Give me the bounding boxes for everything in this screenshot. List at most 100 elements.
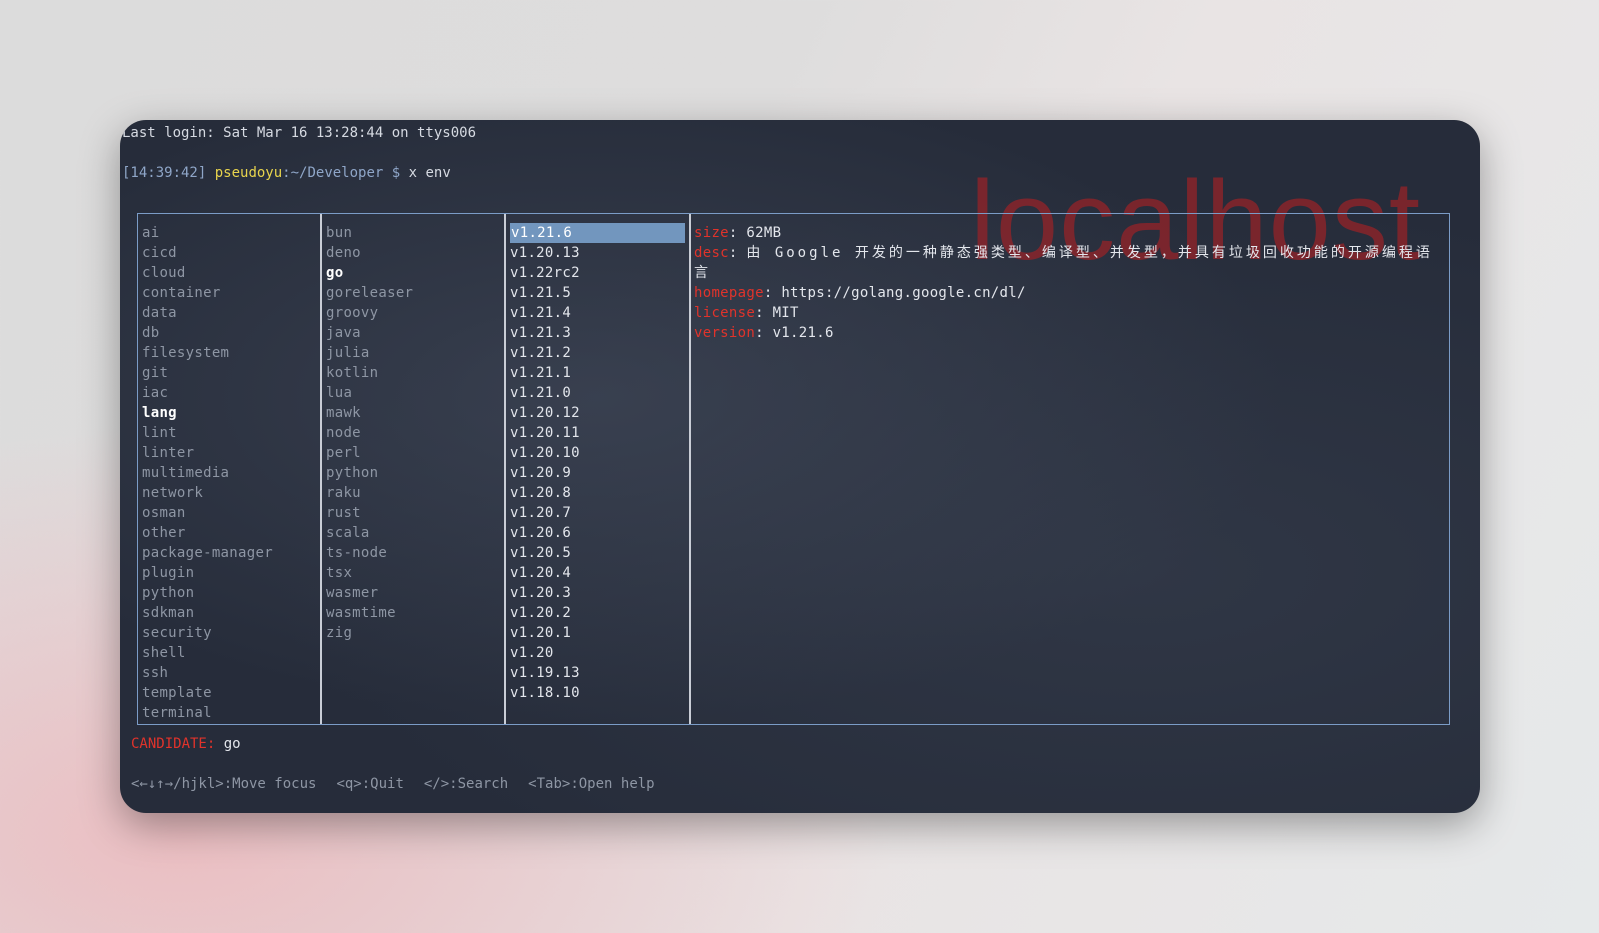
detail-homepage-value: https://golang.google.cn/dl/	[781, 285, 1026, 301]
category-item[interactable]: osman	[142, 503, 320, 523]
version-item[interactable]: v1.21.5	[510, 283, 689, 303]
category-column[interactable]: ai cicd cloud container data db filesystem git i…	[138, 214, 322, 724]
package-item[interactable]: java	[326, 323, 504, 343]
package-item[interactable]: deno	[326, 243, 504, 263]
category-item[interactable]: python	[142, 583, 320, 603]
category-item[interactable]: shell	[142, 643, 320, 663]
package-item[interactable]: go	[326, 263, 504, 283]
package-item[interactable]: python	[326, 463, 504, 483]
category-item[interactable]: multimedia	[142, 463, 320, 483]
version-item[interactable]: v1.20.12	[510, 403, 689, 423]
version-item[interactable]: v1.22rc2	[510, 263, 689, 283]
version-item[interactable]: v1.18.10	[510, 683, 689, 703]
category-item[interactable]: plugin	[142, 563, 320, 583]
package-item[interactable]: node	[326, 423, 504, 443]
package-item[interactable]: mawk	[326, 403, 504, 423]
prompt-separator: :	[282, 165, 291, 181]
detail-homepage-key: homepage	[694, 285, 764, 301]
package-item[interactable]: ts-node	[326, 543, 504, 563]
package-item[interactable]: groovy	[326, 303, 504, 323]
detail-version-key: version	[694, 325, 756, 341]
package-item[interactable]: scala	[326, 523, 504, 543]
package-item[interactable]: julia	[326, 343, 504, 363]
package-column[interactable]: bun deno go goreleaser groovy java julia kotlin…	[322, 214, 506, 724]
candidate-line: CANDIDATE: go	[131, 734, 241, 754]
detail-license-value: MIT	[772, 305, 799, 321]
shell-prompt: [14:39:42] pseudoyu:~/Developer $ x env	[122, 163, 451, 183]
version-item[interactable]: v1.20.5	[510, 543, 689, 563]
package-item[interactable]: raku	[326, 483, 504, 503]
package-item[interactable]: rust	[326, 503, 504, 523]
detail-panel: size: 62MB desc: 由 Google 开发的一种静态强类型、编译型…	[691, 214, 1449, 724]
version-item[interactable]: v1.20.6	[510, 523, 689, 543]
version-item[interactable]: v1.20	[510, 643, 689, 663]
package-item[interactable]: bun	[326, 223, 504, 243]
category-item[interactable]: data	[142, 303, 320, 323]
category-item[interactable]: package-manager	[142, 543, 320, 563]
terminal-window[interactable]: Last login: Sat Mar 16 13:28:44 on ttys0…	[120, 120, 1480, 813]
category-item[interactable]: ssh	[142, 663, 320, 683]
category-item[interactable]: security	[142, 623, 320, 643]
version-item[interactable]: v1.20.1	[510, 623, 689, 643]
version-item[interactable]: v1.21.6	[510, 223, 685, 243]
version-item[interactable]: v1.20.4	[510, 563, 689, 583]
package-item[interactable]: wasmer	[326, 583, 504, 603]
version-item[interactable]: v1.20.3	[510, 583, 689, 603]
version-item[interactable]: v1.20.9	[510, 463, 689, 483]
package-item[interactable]: kotlin	[326, 363, 504, 383]
version-list[interactable]: v1.21.6 v1.20.13 v1.22rc2 v1.21.5 v1.21.4 v1.…	[506, 214, 689, 703]
package-list[interactable]: bun deno go goreleaser groovy java julia kotlin…	[322, 214, 504, 643]
version-item[interactable]: v1.19.13	[510, 663, 689, 683]
detail-version: version: v1.21.6	[694, 325, 834, 341]
category-item[interactable]: terminal	[142, 703, 320, 723]
prompt-command: x env	[408, 165, 451, 181]
category-item[interactable]: lint	[142, 423, 320, 443]
detail-homepage: homepage: https://golang.google.cn/dl/	[694, 285, 1026, 301]
detail-size-key: size	[694, 225, 729, 241]
category-item[interactable]: ai	[142, 223, 320, 243]
package-item[interactable]: perl	[326, 443, 504, 463]
keybinding-help-bar: <←↓↑→/hjkl>:Move focus <q>:Quit </>:Search…	[131, 774, 675, 794]
version-item[interactable]: v1.20.2	[510, 603, 689, 623]
category-item[interactable]: sdkman	[142, 603, 320, 623]
version-item[interactable]: v1.20.7	[510, 503, 689, 523]
detail-desc-key: desc	[694, 245, 729, 261]
version-item[interactable]: v1.21.0	[510, 383, 689, 403]
package-item[interactable]: lua	[326, 383, 504, 403]
version-item[interactable]: v1.20.8	[510, 483, 689, 503]
version-item[interactable]: v1.21.2	[510, 343, 689, 363]
package-item[interactable]: wasmtime	[326, 603, 504, 623]
version-column[interactable]: v1.21.6 v1.20.13 v1.22rc2 v1.21.5 v1.21.4 v1.…	[506, 214, 691, 724]
version-item[interactable]: v1.20.11	[510, 423, 689, 443]
version-item[interactable]: v1.21.4	[510, 303, 689, 323]
category-item[interactable]: iac	[142, 383, 320, 403]
category-item[interactable]: lang	[142, 403, 320, 423]
category-item[interactable]: filesystem	[142, 343, 320, 363]
version-item[interactable]: v1.20.13	[510, 243, 689, 263]
version-item[interactable]: v1.20.10	[510, 443, 689, 463]
category-item[interactable]: db	[142, 323, 320, 343]
category-list[interactable]: ai cicd cloud container data db filesystem git i…	[138, 214, 320, 723]
detail-desc-value: 由 Google 开发的一种静态强类型、编译型、并发型，并具有垃圾回收功能的开源…	[694, 245, 1433, 281]
tui-frame: ai cicd cloud container data db filesystem git i…	[137, 213, 1450, 725]
category-item[interactable]: container	[142, 283, 320, 303]
package-item[interactable]: zig	[326, 623, 504, 643]
package-item[interactable]: tsx	[326, 563, 504, 583]
prompt-time: [14:39:42]	[122, 165, 207, 181]
category-item[interactable]: cloud	[142, 263, 320, 283]
help-keybinding: <q>:Quit	[336, 776, 404, 792]
category-item[interactable]: network	[142, 483, 320, 503]
version-item[interactable]: v1.21.1	[510, 363, 689, 383]
category-item[interactable]: other	[142, 523, 320, 543]
package-item[interactable]: goreleaser	[326, 283, 504, 303]
category-item[interactable]: git	[142, 363, 320, 383]
prompt-path: ~/Developer $	[290, 165, 401, 181]
candidate-label: CANDIDATE:	[131, 736, 216, 752]
category-item[interactable]: cicd	[142, 243, 320, 263]
detail-size-value: 62MB	[746, 225, 782, 241]
category-item[interactable]: linter	[142, 443, 320, 463]
version-item[interactable]: v1.21.3	[510, 323, 689, 343]
detail-version-value: v1.21.6	[772, 325, 834, 341]
category-item[interactable]: template	[142, 683, 320, 703]
detail-license-key: license	[694, 305, 756, 321]
